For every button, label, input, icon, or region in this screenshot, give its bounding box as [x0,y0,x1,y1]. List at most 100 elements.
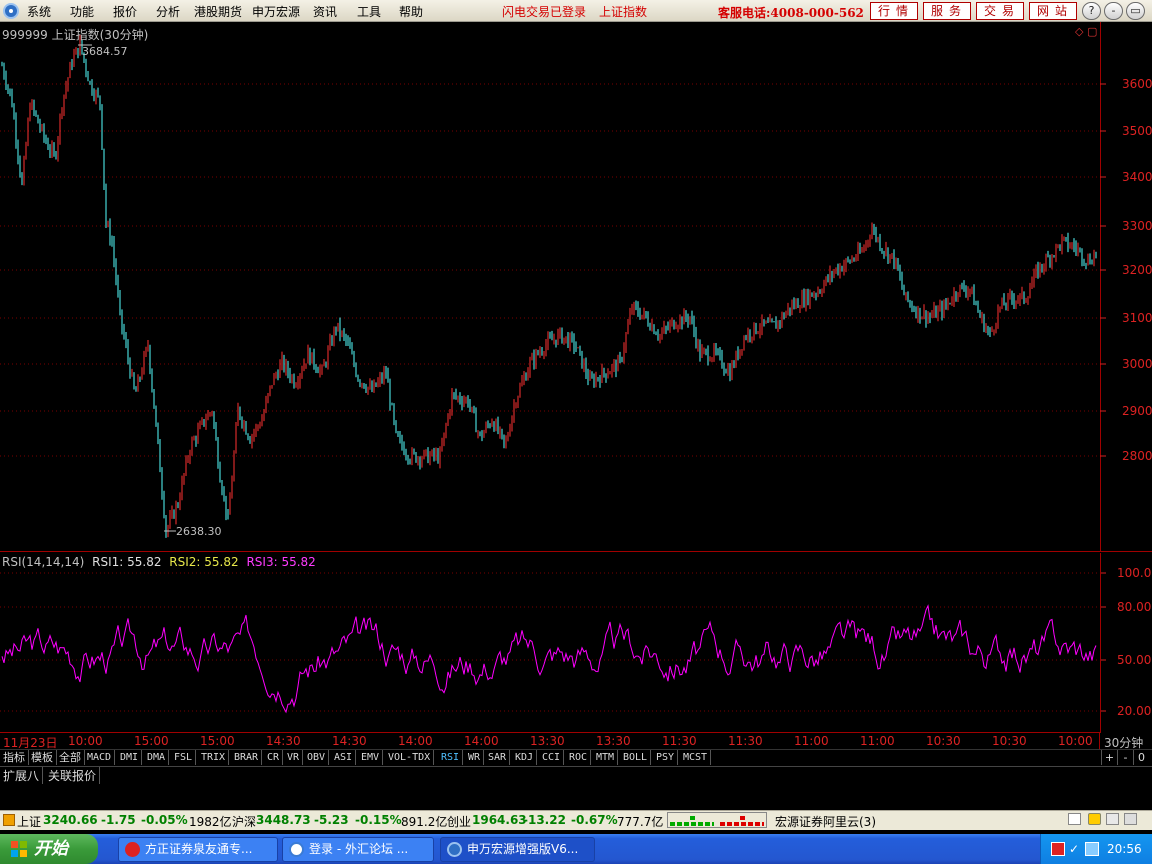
time-label: 13:30 [530,734,565,748]
tab-vr[interactable]: VR [284,750,304,765]
tab-cr[interactable]: CR [264,750,284,765]
windows-logo-icon [11,841,27,857]
swhy-app-icon [447,842,462,857]
rsi-params: RSI(14,14,14) [2,555,85,569]
tab-psy[interactable]: PSY [653,750,679,765]
price-tick: 2900 [1122,404,1152,418]
taskbar-item-swhy[interactable]: 申万宏源增强版V6... [440,837,595,862]
reset-button[interactable]: 0 [1133,750,1149,765]
hs-amount: 891.2亿 [401,815,448,829]
time-label: 13:30 [596,734,631,748]
lock-icon[interactable] [1124,813,1137,825]
network-icon[interactable]: ✓ [1069,842,1083,856]
market-icon[interactable] [3,814,15,826]
tab-模板[interactable]: 模板 [28,750,57,765]
tab-macd[interactable]: MACD [84,750,116,765]
decline-peak [740,816,745,820]
advance-bar [670,822,714,826]
time-label: 10:30 [992,734,1027,748]
rsi-tick: 20.00 [1117,704,1152,718]
input-method-icon[interactable] [1051,842,1065,856]
tab-vol-tdx[interactable]: VOL-TDX [385,750,435,765]
rsi2-value: RSI2: 55.82 [169,555,239,569]
tab-指标[interactable]: 指标 [0,750,29,765]
rsi1-value: RSI1: 55.82 [92,555,162,569]
sh-value: 3240.66 [43,813,98,827]
server-name[interactable]: 宏源证券阿里云(3) [775,813,876,830]
price-tick: 2800 [1122,449,1152,463]
time-label: 10:00 [68,734,103,748]
advance-peak [690,816,695,820]
task-label: 方正证券泉友通专... [145,842,253,856]
taskbar-item-fangzheng[interactable]: 方正证券泉友通专... [118,837,278,862]
price-tick: 3200 [1122,263,1152,277]
start-label: 开始 [34,839,68,859]
cy-pct: -0.67% [571,813,618,827]
tab-emv[interactable]: EMV [358,750,384,765]
clock: 20:56 [1107,842,1142,856]
hs-pct: -0.15% [355,813,402,827]
time-label: 10:00 [1058,734,1093,748]
tab-asi[interactable]: ASI [331,750,357,765]
tab-roc[interactable]: ROC [566,750,592,765]
rsi-tick: 50.00 [1117,653,1152,667]
tab-dma[interactable]: DMA [144,750,170,765]
chart-corner-icons[interactable]: ◇ ▢ [1075,25,1097,38]
time-label: 11:00 [794,734,829,748]
tab-wr[interactable]: WR [465,750,485,765]
time-label: 14:00 [398,734,433,748]
tab-kdj[interactable]: KDJ [512,750,538,765]
price-tick: 3600 [1122,77,1152,91]
cy-value: 1964.63 [472,813,527,827]
taskbar-item-forum[interactable]: 登录 - 外汇论坛 ... [282,837,434,862]
tab-mtm[interactable]: MTM [593,750,619,765]
tab-rsi[interactable]: RSI [438,750,464,765]
time-label: 14:30 [332,734,367,748]
time-label: 15:00 [134,734,169,748]
time-label: 15:00 [200,734,235,748]
alert-icon[interactable] [1088,813,1101,825]
price-tick: 3300 [1122,219,1152,233]
tab-boll[interactable]: BOLL [620,750,652,765]
low-price-label: 2638.30 [176,525,222,538]
volume-icon[interactable] [1085,842,1099,856]
time-label: 14:30 [266,734,301,748]
tab-brar[interactable]: BRAR [231,750,263,765]
cy-change: -13.22 [523,813,566,827]
print-icon[interactable] [1106,813,1119,825]
hs-change: -5.23 [314,813,349,827]
rsi-tick: 80.00 [1117,600,1152,614]
time-label: 10:30 [926,734,961,748]
task-label: 登录 - 外汇论坛 ... [309,842,409,856]
breadth-indicator [667,812,767,828]
tab-dmi[interactable]: DMI [117,750,143,765]
tab-sar[interactable]: SAR [485,750,511,765]
price-tick: 3000 [1122,357,1152,371]
notebook-icon[interactable] [1068,813,1081,825]
tab-全部[interactable]: 全部 [56,750,85,765]
tab-fsl[interactable]: FSL [171,750,197,765]
sh-label: 上证 [17,815,42,829]
sh-pct: -0.05% [141,813,188,827]
zoom-in-button[interactable]: + [1101,750,1117,765]
tab-mcst[interactable]: MCST [680,750,712,765]
tab-related-quotes[interactable]: 关联报价 [45,767,101,784]
price-tick: 3100 [1122,311,1152,325]
zoom-out-button[interactable]: - [1117,750,1133,765]
time-label: 11:00 [860,734,895,748]
sh-change: -1.75 [101,813,136,827]
time-label: 14:00 [464,734,499,748]
hs-label: 沪深 [232,815,257,829]
sub-tab-bar [0,766,1152,783]
rsi-panel[interactable] [0,553,1100,733]
tab-extension-8[interactable]: 扩展八 [0,767,44,784]
tab-cci[interactable]: CCI [539,750,565,765]
task-label: 申万宏源增强版V6... [467,842,579,856]
price-tick: 3400 [1122,170,1152,184]
tab-trix[interactable]: TRIX [198,750,230,765]
cy-amount: 777.7亿 [617,815,664,829]
time-label: 11:30 [728,734,763,748]
hs-value: 3448.73 [256,813,311,827]
tab-obv[interactable]: OBV [304,750,330,765]
sh-amount: 1982亿 [189,815,232,829]
